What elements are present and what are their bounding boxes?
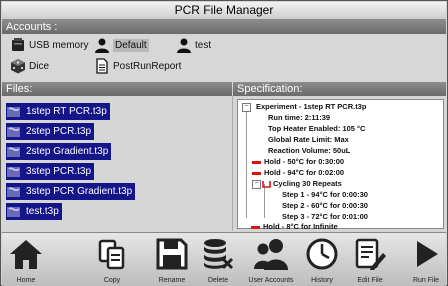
file-label: 3step PCR Gradient.t3p xyxy=(26,186,133,197)
spec-line-step: Step 2 - 60°C for 0:00:30 xyxy=(282,201,368,210)
file-label: 3step PCR.t3p xyxy=(26,166,92,177)
accounts-header: Accounts : xyxy=(2,20,446,34)
pcr-file-icon xyxy=(7,147,20,157)
rename-label: Rename xyxy=(158,277,186,284)
file-item[interactable]: 1step RT PCR.t3p xyxy=(6,103,110,120)
copy-icon xyxy=(98,239,125,270)
accounts-list: USB memory Default test Dice PostRunRepo… xyxy=(2,34,446,82)
history-button[interactable]: History xyxy=(302,233,342,286)
dice-icon xyxy=(11,59,25,74)
specification-header: Specification: xyxy=(233,82,446,96)
spec-line-experiment: Experiment - 1step RT PCR.t3p xyxy=(256,102,367,111)
document-icon xyxy=(96,58,108,74)
spec-line-text: Hold - 94°C for 0:02:00 xyxy=(264,168,345,177)
user-accounts-label: User Accounts xyxy=(248,277,294,284)
spec-line: Run time: 2:11:39 xyxy=(268,113,331,122)
edit-file-button[interactable]: Edit File xyxy=(350,233,390,286)
user-accounts-icon xyxy=(254,239,288,270)
files-list: 1step RT PCR.t3p 2step PCR.t3p 2step Gra… xyxy=(2,96,233,231)
file-item[interactable]: 2step PCR.t3p xyxy=(6,123,95,140)
edit-file-label: Edit File xyxy=(357,277,383,284)
files-header: Files: xyxy=(2,82,232,96)
spec-line-text: Hold - 50°C for 0:30:00 xyxy=(264,157,345,166)
home-button[interactable]: Home xyxy=(2,233,50,286)
copy-button[interactable]: Copy xyxy=(92,233,132,286)
play-icon xyxy=(417,241,438,267)
history-label: History xyxy=(311,277,333,284)
pcr-file-icon xyxy=(7,107,20,117)
window-title: PCR File Manager xyxy=(2,2,446,20)
user-icon xyxy=(177,38,191,53)
pcr-file-manager-window: PCR File Manager Accounts : USB memory D… xyxy=(0,0,448,286)
spec-line-text: Hold - 8°C for Infinite xyxy=(263,222,338,231)
specification-panel: − Experiment - 1step RT PCR.t3p Run time… xyxy=(233,96,446,231)
user-accounts-button[interactable]: User Accounts xyxy=(246,233,296,286)
account-label: USB memory xyxy=(29,39,89,51)
account-postrunreport[interactable]: PostRunReport xyxy=(94,57,181,75)
home-icon xyxy=(10,240,42,269)
file-item[interactable]: 2step Gradient.t3p xyxy=(6,143,112,160)
pcr-file-icon xyxy=(7,167,20,177)
spec-line-hold: Hold - 8°C for Infinite xyxy=(251,221,338,232)
tree-connector xyxy=(246,108,247,218)
run-file-label: Run File xyxy=(412,277,440,284)
pcr-file-icon xyxy=(7,127,20,137)
delete-button[interactable]: Delete xyxy=(198,233,238,286)
tree-connector xyxy=(264,184,265,218)
cycling-icon xyxy=(262,181,271,188)
spec-line-hold: Hold - 94°C for 0:02:00 xyxy=(252,167,344,178)
run-file-button[interactable]: Run File xyxy=(406,233,446,286)
spec-line: Global Rate Limit: Max xyxy=(268,135,349,144)
account-default[interactable]: Default xyxy=(94,36,149,54)
spec-line-cycling: Cycling 30 Repeats xyxy=(262,178,342,189)
specification-tree[interactable]: − Experiment - 1step RT PCR.t3p Run time… xyxy=(237,99,444,229)
account-test[interactable]: test xyxy=(176,36,211,54)
copy-label: Copy xyxy=(103,277,121,284)
hold-step-icon xyxy=(252,160,261,164)
pcr-file-icon xyxy=(7,187,20,197)
spec-line-hold: Hold - 50°C for 0:30:00 xyxy=(252,156,344,167)
rename-button[interactable]: Rename xyxy=(152,233,192,286)
file-label: test.t3p xyxy=(26,206,59,217)
spec-line-text: Cycling 30 Repeats xyxy=(273,179,342,188)
account-label: Dice xyxy=(29,60,50,72)
file-item[interactable]: 3step PCR Gradient.t3p xyxy=(6,183,136,200)
account-usb-memory[interactable]: USB memory xyxy=(10,36,88,54)
account-label: test xyxy=(195,39,212,51)
account-label: Default xyxy=(113,38,149,52)
usb-memory-icon xyxy=(12,38,24,51)
file-item[interactable]: test.t3p xyxy=(6,203,62,220)
delete-database-icon xyxy=(204,239,234,270)
delete-label: Delete xyxy=(207,277,229,284)
account-label: PostRunReport xyxy=(113,60,182,72)
hold-step-icon xyxy=(251,225,260,229)
edit-document-icon xyxy=(355,238,386,270)
home-label: Home xyxy=(16,277,36,284)
file-label: 2step PCR.t3p xyxy=(26,126,92,137)
file-label: 1step RT PCR.t3p xyxy=(26,106,107,117)
spec-line: Reaction Volume: 50uL xyxy=(268,146,351,155)
user-icon xyxy=(95,38,109,53)
bottom-toolbar: Home Copy Rename Delete User Accounts Hi… xyxy=(2,232,446,286)
collapse-toggle-cycling[interactable]: − xyxy=(252,180,261,189)
collapse-toggle-experiment[interactable]: − xyxy=(242,103,251,112)
file-item[interactable]: 3step PCR.t3p xyxy=(6,163,95,180)
spec-line: Top Heater Enabled: 105 °C xyxy=(268,124,366,133)
pcr-file-icon xyxy=(7,207,20,217)
hold-step-icon xyxy=(252,171,261,175)
account-dice[interactable]: Dice xyxy=(10,57,49,75)
spec-line-step: Step 1 - 94°C for 0:00:30 xyxy=(282,190,368,199)
clock-icon xyxy=(306,238,338,270)
save-icon xyxy=(156,238,188,270)
file-label: 2step Gradient.t3p xyxy=(26,146,109,157)
